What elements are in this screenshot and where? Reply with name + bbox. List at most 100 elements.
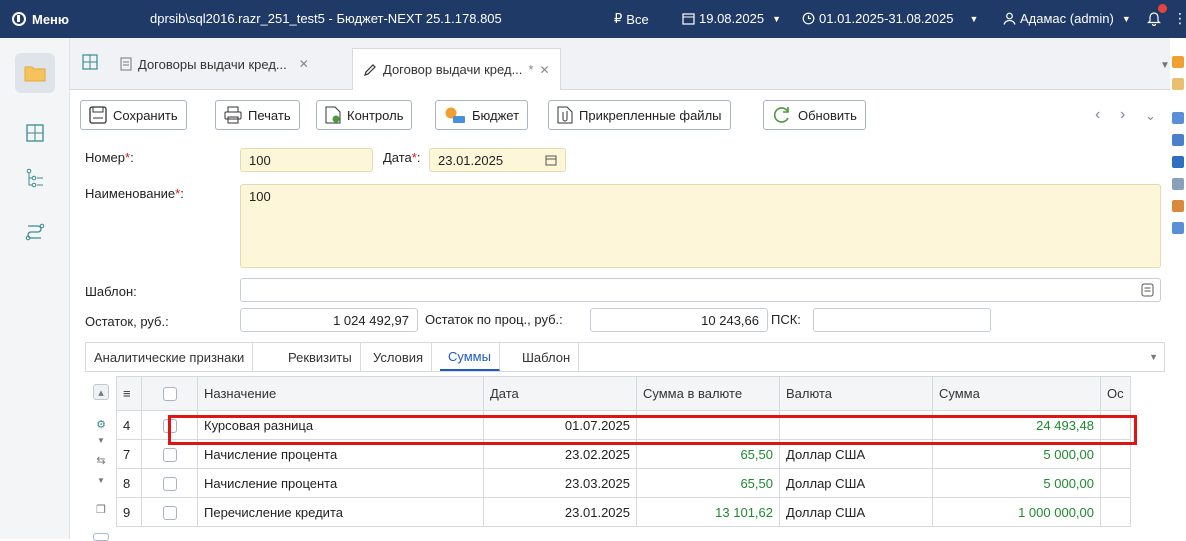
currency-filter[interactable]: ₽ Все <box>614 11 649 27</box>
psk-field[interactable] <box>813 308 991 332</box>
tab-requisites[interactable]: Реквизиты <box>280 343 361 371</box>
row-menu-header[interactable]: ≡ <box>116 376 142 411</box>
amount-cell[interactable]: 5 000,00 <box>932 468 1101 498</box>
chevron-left-icon[interactable]: ‹ <box>1095 106 1100 124</box>
menu-button[interactable]: Меню <box>0 12 150 27</box>
balance-cell[interactable] <box>1100 468 1131 498</box>
document-icon[interactable] <box>1172 178 1184 190</box>
currency-cell[interactable]: Доллар США <box>779 497 933 527</box>
amount-cell[interactable]: 5 000,00 <box>932 439 1101 469</box>
tab-credit-contract[interactable]: Договор выдачи кред... * ✕ <box>352 48 561 90</box>
tree-nav-button[interactable] <box>15 158 55 198</box>
purpose-cell[interactable]: Начисление процента <box>197 468 484 498</box>
print-button[interactable]: Печать <box>215 100 300 130</box>
tab-analytic-attributes[interactable]: Аналитические признаки <box>86 343 254 371</box>
user-menu[interactable]: Адамас (admin) ▼ <box>1003 11 1131 26</box>
bell-icon[interactable] <box>1147 10 1161 26</box>
folder-nav-button[interactable] <box>15 53 55 93</box>
number-field[interactable]: 100 <box>240 148 373 172</box>
refresh-button[interactable]: Обновить <box>763 100 866 130</box>
currency-cell[interactable]: Доллар США <box>779 468 933 498</box>
expand-icon[interactable] <box>93 533 109 541</box>
chevron-down-icon[interactable]: ▼ <box>1149 352 1158 362</box>
amount-currency-cell[interactable]: 65,50 <box>636 468 780 498</box>
settings-icon[interactable]: ⚙ <box>93 416 109 432</box>
currency-cell[interactable]: Доллар США <box>779 439 933 469</box>
current-date-selector[interactable]: 19.08.2025 ▼ <box>682 11 781 26</box>
column-header-amount[interactable]: Сумма <box>932 376 1101 411</box>
period-selector[interactable]: 01.01.2025-31.08.2025 ▼ <box>802 11 978 26</box>
amount-currency-cell[interactable]: 65,50 <box>636 439 780 469</box>
date-cell[interactable]: 01.07.2025 <box>483 410 637 440</box>
user-settings-icon[interactable] <box>1172 56 1184 68</box>
copy-icon[interactable]: ❐ <box>93 501 109 517</box>
table-row[interactable]: 4 Курсовая разница 01.07.2025 24 493,48 <box>116 410 1131 440</box>
row-checkbox-cell[interactable] <box>141 468 198 498</box>
date-cell[interactable]: 23.03.2025 <box>483 468 637 498</box>
transfer-icon[interactable]: ⇆ <box>93 452 109 468</box>
date-cell[interactable]: 23.02.2025 <box>483 439 637 469</box>
date-field[interactable]: 23.01.2025 <box>429 148 566 172</box>
amount-cell[interactable]: 1 000 000,00 <box>932 497 1101 527</box>
select-all-checkbox[interactable] <box>162 387 177 402</box>
sql-icon[interactable] <box>1172 112 1184 124</box>
name-field[interactable]: 100 <box>240 184 1161 268</box>
tab-amounts[interactable]: Суммы <box>440 343 500 371</box>
purpose-cell[interactable]: Курсовая разница <box>197 410 484 440</box>
row-checkbox[interactable] <box>162 418 177 433</box>
row-checkbox[interactable] <box>162 505 177 520</box>
more-icon[interactable]: ⋮ <box>1173 10 1186 27</box>
close-icon[interactable]: ✕ <box>539 63 549 77</box>
select-list-icon[interactable] <box>1141 283 1154 297</box>
balance-cell[interactable] <box>1100 497 1131 527</box>
chevron-down-icon[interactable]: ▼ <box>93 472 109 488</box>
amount-currency-cell[interactable]: 13 101,62 <box>636 497 780 527</box>
table-row[interactable]: 7 Начисление процента 23.02.2025 65,50 Д… <box>116 439 1131 469</box>
chevron-down-icon[interactable]: ▼ <box>1160 60 1170 71</box>
column-header-purpose[interactable]: Назначение <box>197 376 484 411</box>
tab-list-button[interactable] <box>80 52 100 72</box>
column-header-amount-currency[interactable]: Сумма в валюте <box>636 376 780 411</box>
purpose-cell[interactable]: Перечисление кредита <box>197 497 484 527</box>
sql-icon[interactable] <box>1172 134 1184 146</box>
template-field[interactable] <box>240 278 1161 302</box>
attached-files-button[interactable]: Прикрепленные файлы <box>548 100 731 130</box>
table-row[interactable]: 8 Начисление процента 23.03.2025 65,50 Д… <box>116 468 1131 498</box>
balance-cell[interactable] <box>1100 439 1131 469</box>
balance-cell[interactable] <box>1100 410 1131 440</box>
column-header-balance[interactable]: Ос <box>1100 376 1131 411</box>
tab-conditions[interactable]: Условия <box>365 343 433 371</box>
window-icon[interactable] <box>1172 222 1184 234</box>
chevron-right-icon[interactable]: › <box>1120 106 1125 124</box>
chevron-down-icon[interactable]: ⌄ <box>1145 108 1156 124</box>
scissors-icon[interactable] <box>1172 200 1184 212</box>
table-row[interactable]: 9 Перечисление кредита 23.01.2025 13 101… <box>116 497 1131 527</box>
window-title: dprsib\sql2016.razr_251_test5 - Бюджет-N… <box>150 11 502 26</box>
row-checkbox-cell[interactable] <box>141 439 198 469</box>
collapse-icon[interactable]: ▴ <box>93 384 109 400</box>
calendar-icon[interactable] <box>545 154 557 166</box>
close-icon[interactable]: ✕ <box>299 57 309 71</box>
save-button[interactable]: Сохранить <box>80 100 187 130</box>
dashboard-nav-button[interactable] <box>15 113 55 153</box>
column-header-currency[interactable]: Валюта <box>779 376 933 411</box>
select-all-header[interactable] <box>141 376 198 411</box>
row-checkbox-cell[interactable] <box>141 497 198 527</box>
date-cell[interactable]: 23.01.2025 <box>483 497 637 527</box>
row-checkbox-cell[interactable] <box>141 410 198 440</box>
amount-currency-cell[interactable] <box>636 410 780 440</box>
budget-button[interactable]: Бюджет <box>435 100 529 130</box>
purpose-cell[interactable]: Начисление процента <box>197 439 484 469</box>
column-header-date[interactable]: Дата <box>483 376 637 411</box>
row-checkbox[interactable] <box>162 476 177 491</box>
tab-credit-contracts-list[interactable]: Договоры выдачи кред... ✕ <box>110 48 319 80</box>
filter-icon[interactable] <box>1172 156 1184 168</box>
row-checkbox[interactable] <box>162 447 177 462</box>
amount-cell[interactable]: 24 493,48 <box>932 410 1101 440</box>
chevron-down-icon[interactable]: ▼ <box>93 432 109 448</box>
tab-template[interactable]: Шаблон <box>514 343 580 371</box>
currency-cell[interactable] <box>779 410 933 440</box>
routes-nav-button[interactable] <box>15 211 55 251</box>
control-button[interactable]: Контроль <box>316 100 413 130</box>
person-icon[interactable] <box>1172 78 1184 90</box>
